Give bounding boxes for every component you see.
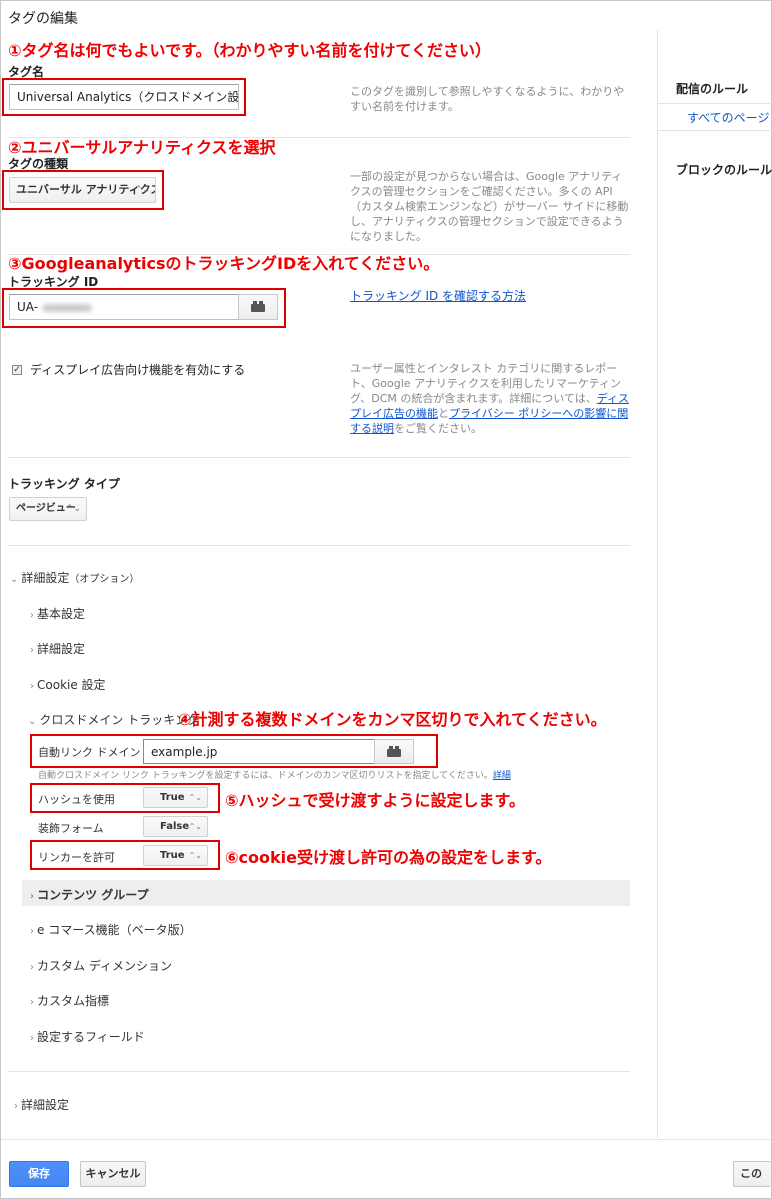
annotation-1: ①タグ名は何でもよいです。（わかりやすい名前を付けてください）: [8, 41, 491, 60]
footer-divider: [1, 1139, 771, 1140]
chevron-right-icon: ›: [30, 926, 34, 937]
tag-type-select[interactable]: ユニバーサル アナリティクス ⌃⌄: [9, 177, 156, 203]
select-arrow-icon: ⌃⌄: [65, 504, 81, 514]
save-button[interactable]: 保存: [9, 1161, 69, 1187]
decorate-forms-select[interactable]: False ⌃⌄: [143, 816, 208, 837]
display-ads-label: ディスプレイ広告向け機能を有効にする: [30, 363, 246, 377]
blocking-rules-heading: ブロックのルール: [676, 163, 772, 177]
divider: [8, 457, 630, 458]
decorate-forms-label: 装飾フォーム: [38, 822, 104, 835]
cancel-button[interactable]: キャンセル: [80, 1161, 146, 1187]
divider: [8, 1071, 630, 1072]
divider: [8, 545, 630, 546]
variable-picker-button[interactable]: [374, 739, 414, 764]
tag-name-help: このタグを識別して参照しやすくなるように、わかりやすい名前を付けます。: [350, 85, 625, 113]
tree-item-detail[interactable]: › 詳細設定: [30, 640, 85, 657]
tree-item-custom-metric[interactable]: › カスタム指標: [30, 992, 109, 1009]
allow-linker-label: リンカーを許可: [38, 851, 115, 864]
right-panel-button[interactable]: この: [733, 1161, 771, 1187]
firing-rules-heading: 配信のルール: [676, 82, 749, 96]
rule-all-pages-link[interactable]: すべてのページ: [687, 109, 769, 126]
tree-item-basic[interactable]: › 基本設定: [30, 605, 85, 622]
auto-link-input[interactable]: example.jp: [143, 739, 375, 764]
tag-type-help: 一部の設定が見つからない場合は、Google アナリティクスの管理セクションをご…: [350, 170, 629, 243]
chevron-right-icon: ›: [30, 1033, 34, 1044]
tree-item-content-group[interactable]: › コンテンツ グループ: [30, 886, 149, 903]
advanced-settings-toggle[interactable]: ⌄ 詳細設定（オプション）: [10, 569, 139, 586]
chevron-right-icon: ›: [30, 962, 34, 973]
auto-link-label: 自動リンク ドメイン: [38, 746, 141, 759]
chevron-right-icon: ›: [30, 891, 35, 902]
tree-item-cross-domain[interactable]: ⌄ クロスドメイン トラッキング: [28, 711, 199, 728]
bottom-advanced-toggle[interactable]: › 詳細設定: [14, 1096, 69, 1113]
tree-item-ecommerce[interactable]: › e コマース機能（ベータ版）: [30, 921, 192, 938]
blurred-id: [41, 303, 92, 312]
chevron-right-icon: ›: [30, 681, 34, 692]
display-ads-checkbox[interactable]: ✓: [12, 365, 22, 375]
tree-item-custom-dimension[interactable]: › カスタム ディメンション: [30, 957, 172, 974]
divider: [658, 103, 772, 104]
tag-name-input[interactable]: Universal Analytics（クロスドメイン設定）: [9, 84, 239, 110]
variable-picker-button[interactable]: [238, 294, 278, 320]
tree-item-fields[interactable]: › 設定するフィールド: [30, 1028, 145, 1045]
chevron-right-icon: ›: [30, 997, 34, 1008]
divider: [658, 130, 772, 131]
auto-link-help: 自動クロスドメイン リンク トラッキングを設定するには、ドメインのカンマ区切りリ…: [38, 771, 511, 781]
select-arrow-icon: ⌃⌄: [188, 793, 202, 802]
page-title: タグの編集: [8, 11, 78, 27]
divider: [8, 254, 630, 255]
divider: [8, 137, 630, 138]
display-ads-help: ユーザー属性とインタレスト カテゴリに関するレポート、Google アナリティク…: [350, 362, 629, 435]
select-arrow-icon: ⌃⌄: [188, 851, 202, 860]
chevron-right-icon: ›: [14, 1101, 18, 1112]
annotation-6: ⑥cookie受け渡し許可の為の設定をします。: [225, 848, 552, 867]
tracking-id-input[interactable]: UA-: [9, 294, 239, 320]
allow-linker-select[interactable]: True ⌃⌄: [143, 845, 208, 866]
chevron-right-icon: ›: [30, 610, 34, 621]
brick-icon: [387, 745, 401, 757]
chevron-right-icon: ›: [30, 645, 34, 656]
brick-icon: [251, 301, 265, 312]
chevron-down-icon: ⌄: [10, 574, 19, 585]
chevron-down-icon: ⌄: [28, 716, 37, 727]
learn-more-link[interactable]: 詳細: [493, 771, 511, 781]
tracking-type-label: トラッキング タイプ: [8, 477, 120, 491]
select-arrow-icon: ⌃⌄: [134, 185, 150, 195]
use-hash-label: ハッシュを使用: [38, 793, 115, 806]
tree-item-cookie[interactable]: › Cookie 設定: [30, 676, 106, 693]
select-arrow-icon: ⌃⌄: [188, 822, 202, 831]
annotation-4: ④計測する複数ドメインをカンマ区切りで入れてください。: [178, 710, 607, 729]
tracking-type-select[interactable]: ページビュー ⌃⌄: [9, 497, 87, 521]
right-panel-divider: [657, 30, 658, 1138]
use-hash-select[interactable]: True ⌃⌄: [143, 787, 208, 808]
tracking-id-value: UA-: [17, 300, 39, 314]
tracking-id-help-link[interactable]: トラッキング ID を確認する方法: [350, 289, 526, 304]
annotation-5: ⑤ハッシュで受け渡すように設定します。: [225, 791, 525, 810]
